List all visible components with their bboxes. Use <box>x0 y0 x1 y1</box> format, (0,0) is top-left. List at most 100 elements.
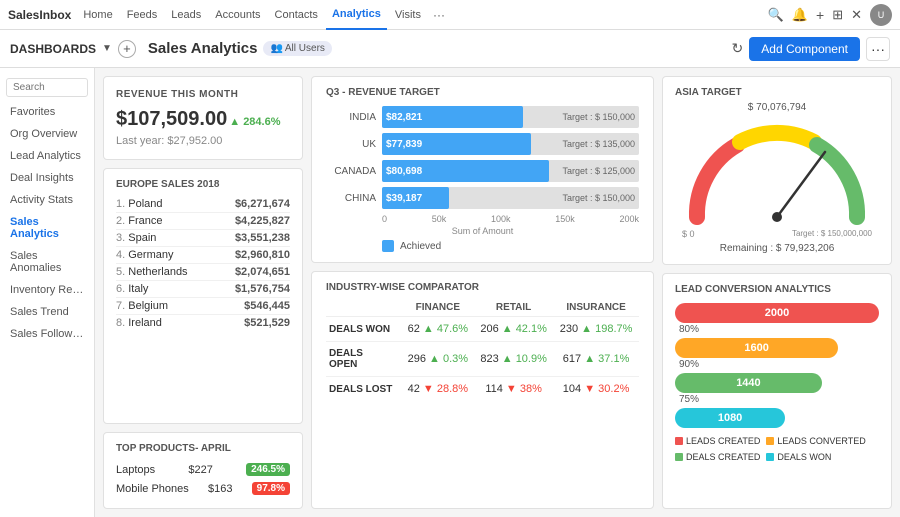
products-panel: TOP PRODUCTS- APRIL Laptops $227 246.5% … <box>103 432 303 509</box>
users-icon: 👥 <box>270 43 282 54</box>
bar-container: $77,839 Target : $ 135,000 <box>382 133 639 155</box>
col-header-retail: RETAIL <box>474 299 553 317</box>
list-item: 1. Poland$6,271,674 <box>116 196 290 213</box>
all-users-label: All Users <box>285 43 325 54</box>
refresh-icon[interactable]: ↻ <box>732 40 744 57</box>
industry-panel: INDUSTRY-WISE COMPARATOR FINANCE RETAIL … <box>311 271 654 509</box>
add-component-button[interactable]: Add Component <box>749 37 860 61</box>
revenue-panel: REVENUE THIS MONTH $107,509.00 ▲ 284.6% … <box>103 76 303 160</box>
list-item: 3. Spain$3,551,238 <box>116 230 290 247</box>
retail-deals-lost: 114 ▼ 38% <box>474 377 553 402</box>
lead-bar-value-1: 2000 <box>765 307 789 319</box>
lead-bar-value-2: 1600 <box>744 342 768 354</box>
grid-icon[interactable]: ⊞ <box>832 7 843 23</box>
sidebar: Favorites Org Overview Lead Analytics De… <box>0 68 95 517</box>
nav-item-home[interactable]: Home <box>77 0 118 30</box>
bar-row-china: CHINA $39,187 Target : $ 150,000 <box>326 187 639 209</box>
legend-item-leads-created: LEADS CREATED <box>675 436 760 446</box>
sidebar-item-sales-anomalies[interactable]: Sales Anomalies <box>0 245 94 279</box>
more-options-btn[interactable]: ··· <box>866 37 890 61</box>
table-row: DEALS LOST 42 ▼ 28.8% 114 ▼ 38% 104 ▼ 30… <box>326 377 639 402</box>
gauge-svg <box>677 117 877 227</box>
finance-deals-won: 62 ▲ 47.6% <box>402 317 474 342</box>
add-icon[interactable]: + <box>816 7 824 23</box>
legend-label: Achieved <box>400 241 441 252</box>
chevron-down-icon[interactable]: ▼ <box>102 43 112 54</box>
legend-item-deals-won: DEALS WON <box>766 452 831 462</box>
row-label-deals-open: DEALSOPEN <box>326 342 402 377</box>
revenue-last-year: Last year: $27,952.00 <box>116 135 290 147</box>
bar-label: INDIA <box>326 112 376 123</box>
sidebar-item-sales-trend[interactable]: Sales Trend <box>0 301 94 323</box>
list-item: 7. Belgium$546,445 <box>116 298 290 315</box>
add-dashboard-btn[interactable]: + <box>118 40 136 58</box>
col-header-finance: FINANCE <box>402 299 474 317</box>
bar-container: $82,821 Target : $ 150,000 <box>382 106 639 128</box>
europe-panel: EUROPE SALES 2018 1. Poland$6,271,674 2.… <box>103 168 303 424</box>
bar-row-uk: UK $77,839 Target : $ 135,000 <box>326 133 639 155</box>
middle-column: Q3 - REVENUE TARGET INDIA $82,821 Target… <box>311 76 654 509</box>
dashboards-btn[interactable]: DASHBOARDS <box>10 42 96 56</box>
product-item: Laptops $227 246.5% <box>116 460 290 479</box>
insurance-deals-lost: 104 ▼ 30.2% <box>553 377 639 402</box>
more-nav-icon[interactable]: ··· <box>429 8 449 22</box>
lead-bar-track-3: 1440 <box>675 373 822 393</box>
gauge-label-left: $ 0 <box>682 229 695 239</box>
q3-panel: Q3 - REVENUE TARGET INDIA $82,821 Target… <box>311 76 654 263</box>
bell-icon[interactable]: 🔔 <box>792 7 808 23</box>
finance-deals-lost: 42 ▼ 28.8% <box>402 377 474 402</box>
nav-item-analytics[interactable]: Analytics <box>326 0 387 30</box>
gauge-labels: $ 0 Target : $ 150,000,000 <box>682 229 872 239</box>
nav-item-feeds[interactable]: Feeds <box>121 0 164 30</box>
bar-label: CANADA <box>326 166 376 177</box>
sidebar-item-favorites[interactable]: Favorites <box>0 101 94 123</box>
bar-row-india: INDIA $82,821 Target : $ 150,000 <box>326 106 639 128</box>
list-item: 6. Italy$1,576,754 <box>116 281 290 298</box>
search-icon[interactable]: 🔍 <box>768 7 784 23</box>
bar-container: $39,187 Target : $ 150,000 <box>382 187 639 209</box>
gauge-label-right: Target : $ 150,000,000 <box>792 229 872 239</box>
revenue-title: REVENUE THIS MONTH <box>116 89 290 100</box>
chart-xaxis: 050k100k150k200k <box>326 214 639 224</box>
lead-bar-pct-2: 90% <box>679 359 879 370</box>
nav-logo[interactable]: SalesInbox <box>8 8 71 22</box>
finance-deals-open: 296 ▲ 0.3% <box>402 342 474 377</box>
top-nav: SalesInbox Home Feeds Leads Accounts Con… <box>0 0 900 30</box>
lead-bar-pct-1: 80% <box>679 324 879 335</box>
nav-item-visits[interactable]: Visits <box>389 0 427 30</box>
sidebar-item-sales-followup[interactable]: Sales Follow-up T <box>0 323 94 345</box>
nav-item-leads[interactable]: Leads <box>165 0 207 30</box>
avatar[interactable]: U <box>870 4 892 26</box>
asia-panel: ASIA TARGET $ 70,076,794 <box>662 76 892 265</box>
bar-container: $80,698 Target : $ 125,000 <box>382 160 639 182</box>
products-title: TOP PRODUCTS- APRIL <box>116 443 290 454</box>
industry-table: FINANCE RETAIL INSURANCE DEALS WON 62 ▲ … <box>326 299 639 401</box>
second-nav: DASHBOARDS ▼ + Sales Analytics 👥 All Use… <box>0 30 900 68</box>
table-row: DEALSOPEN 296 ▲ 0.3% 823 ▲ 10.9% 617 ▲ 3… <box>326 342 639 377</box>
sidebar-item-sales-analytics[interactable]: Sales Analytics <box>0 211 94 245</box>
lead-bar-pct-3: 75% <box>679 394 879 405</box>
search-input[interactable] <box>6 78 88 97</box>
sidebar-item-deal-insights[interactable]: Deal Insights <box>0 167 94 189</box>
lead-bar-value-3: 1440 <box>736 377 760 389</box>
nav-item-accounts[interactable]: Accounts <box>209 0 266 30</box>
legend-label-deals-won: DEALS WON <box>777 452 831 462</box>
lead-title: LEAD CONVERSION ANALYTICS <box>675 284 879 295</box>
lead-bar-row-2: 1600 90% <box>675 338 879 370</box>
bar-label: CHINA <box>326 193 376 204</box>
lead-conversion-panel: LEAD CONVERSION ANALYTICS 2000 80% 1600 … <box>662 273 892 509</box>
asia-title: ASIA TARGET <box>675 87 879 98</box>
sidebar-item-activity-stats[interactable]: Activity Stats <box>0 189 94 211</box>
sidebar-item-lead-analytics[interactable]: Lead Analytics <box>0 145 94 167</box>
chart-xaxis-label: Sum of Amount <box>326 226 639 236</box>
close-icon[interactable]: ✕ <box>851 7 862 23</box>
product-value: $163 <box>208 483 232 495</box>
product-badge-laptops: 246.5% <box>246 463 290 476</box>
industry-title: INDUSTRY-WISE COMPARATOR <box>326 282 639 293</box>
asia-top-value: $ 70,076,794 <box>675 102 879 113</box>
nav-item-contacts[interactable]: Contacts <box>269 0 324 30</box>
sidebar-item-org-overview[interactable]: Org Overview <box>0 123 94 145</box>
all-users-badge[interactable]: 👥 All Users <box>263 41 331 56</box>
sidebar-item-inventory-reports[interactable]: Inventory Reports <box>0 279 94 301</box>
legend-label-deals-created: DEALS CREATED <box>686 452 760 462</box>
